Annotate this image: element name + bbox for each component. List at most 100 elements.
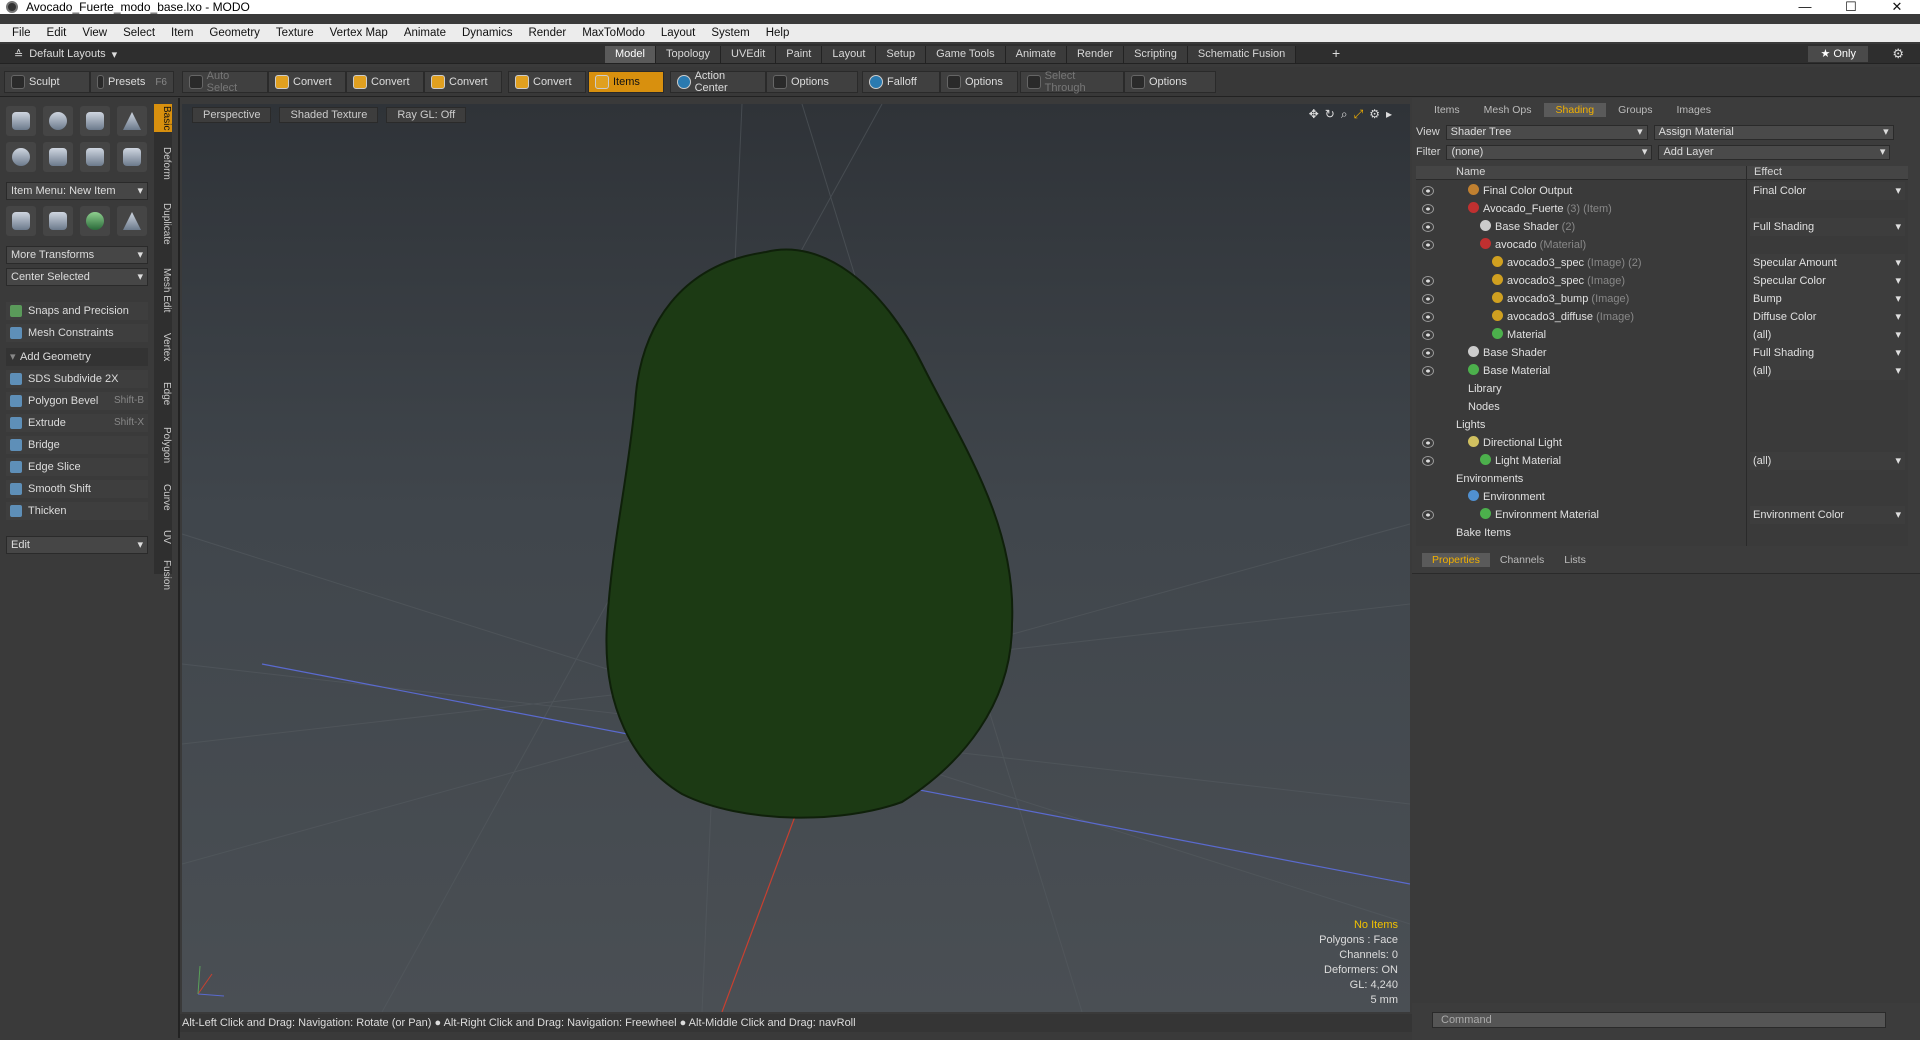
items-mode-button[interactable]: Items xyxy=(588,71,664,93)
shader-tree-row[interactable]: Base Shader (2) Full Shading xyxy=(1416,218,1908,236)
convert-edge-button[interactable]: Convert xyxy=(346,71,424,93)
layer-effect-dropdown[interactable]: Bump xyxy=(1750,290,1905,308)
tab-topology[interactable]: Topology xyxy=(655,46,722,63)
layer-effect-dropdown[interactable]: Full Shading xyxy=(1750,218,1905,236)
menu-geometry[interactable]: Geometry xyxy=(209,27,260,39)
vtab-deform[interactable]: Deform xyxy=(154,138,172,188)
vtab-curve[interactable]: Curve xyxy=(154,476,172,518)
select-through-button[interactable]: Select Through xyxy=(1020,70,1124,94)
menu-edit[interactable]: Edit xyxy=(47,27,67,39)
ray-gl-button[interactable]: Ray GL: Off xyxy=(386,107,467,123)
cylinder-icon[interactable] xyxy=(80,106,110,136)
falloff-options-button[interactable]: Options xyxy=(940,71,1018,93)
viewport-settings-icon[interactable]: ⚙ xyxy=(1369,107,1380,122)
visibility-eye-icon[interactable] xyxy=(1422,222,1434,232)
shader-tree-row[interactable]: Base Shader Full Shading xyxy=(1416,344,1908,362)
locator-icon[interactable] xyxy=(6,206,36,236)
tab-images[interactable]: Images xyxy=(1665,103,1723,117)
shader-tree-row[interactable]: avocado3_spec (Image) Specular Color xyxy=(1416,272,1908,290)
tab-uvedit[interactable]: UVEdit xyxy=(721,46,777,63)
edit-dropdown[interactable]: Edit xyxy=(6,536,148,554)
shader-tree-row[interactable]: avocado3_bump (Image) Bump xyxy=(1416,290,1908,308)
maximize-viewport-icon[interactable]: ⤢ xyxy=(1354,107,1364,122)
layer-effect-dropdown[interactable]: Diffuse Color xyxy=(1750,308,1905,326)
visibility-eye-icon[interactable] xyxy=(1422,276,1434,286)
filter-dropdown[interactable]: (none) xyxy=(1446,144,1653,160)
tab-schematic-fusion[interactable]: Schematic Fusion xyxy=(1187,46,1297,63)
maximize-button[interactable]: ☐ xyxy=(1828,0,1874,14)
vtab-duplicate[interactable]: Duplicate xyxy=(154,194,172,254)
shader-tree[interactable]: Name Effect Final Color Output Final Colo… xyxy=(1416,166,1908,546)
visibility-eye-icon[interactable] xyxy=(1422,366,1434,376)
shader-tree-row[interactable]: Final Color Output Final Color xyxy=(1416,182,1908,200)
layer-effect-dropdown[interactable]: (all) xyxy=(1750,326,1905,344)
cone-icon[interactable] xyxy=(117,106,147,136)
vtab-uv[interactable]: UV xyxy=(154,524,172,550)
perspective-view-button[interactable]: Perspective xyxy=(192,107,272,123)
visibility-eye-icon[interactable] xyxy=(1422,348,1434,358)
layer-effect-dropdown[interactable]: (all) xyxy=(1750,452,1905,470)
shader-tree-row[interactable]: Avocado_Fuerte (3) (Item) xyxy=(1416,200,1908,218)
tab-model[interactable]: Model xyxy=(605,46,656,63)
center-selected-dropdown[interactable]: Center Selected xyxy=(6,268,148,286)
tab-groups[interactable]: Groups xyxy=(1606,103,1664,117)
default-layouts-dropdown[interactable]: ≙ Default Layouts ▾ xyxy=(14,46,117,62)
auto-select-button[interactable]: Auto Select xyxy=(182,70,268,94)
tube-icon[interactable] xyxy=(43,142,73,172)
layer-effect-dropdown[interactable]: Environment Color xyxy=(1750,506,1905,524)
menu-item[interactable]: Item xyxy=(171,27,193,39)
visibility-eye-icon[interactable] xyxy=(1422,240,1434,250)
shader-tree-row[interactable]: Material (all) xyxy=(1416,326,1908,344)
vtab-vertex[interactable]: Vertex xyxy=(154,326,172,368)
shader-tree-row[interactable]: avocado3_diffuse (Image) Diffuse Color xyxy=(1416,308,1908,326)
visibility-eye-icon[interactable] xyxy=(1422,510,1434,520)
sphere-icon[interactable] xyxy=(43,106,73,136)
layer-effect-dropdown[interactable]: Full Shading xyxy=(1750,344,1905,362)
tool-extrude-button[interactable]: Extrude Shift-X xyxy=(6,414,148,432)
shader-tree-row[interactable]: Environment Material Environment Color xyxy=(1416,506,1908,524)
presets-button[interactable]: Presets F6 xyxy=(90,71,174,93)
tab-properties[interactable]: Properties xyxy=(1422,553,1490,567)
menu-file[interactable]: File xyxy=(12,27,31,39)
add-geometry-header[interactable]: ▾ Add Geometry xyxy=(6,348,148,366)
expand-arrow-icon[interactable]: ▸ xyxy=(1386,107,1392,122)
tab-render[interactable]: Render xyxy=(1066,46,1125,63)
tab-animate[interactable]: Animate xyxy=(1005,46,1067,63)
assign-material-button[interactable]: Assign Material xyxy=(1653,124,1894,140)
shader-tree-row[interactable]: Environment xyxy=(1416,488,1908,506)
vtab-fusion[interactable]: Fusion xyxy=(154,556,172,594)
column-effect[interactable]: Effect xyxy=(1754,166,1782,178)
tab-layout[interactable]: Layout xyxy=(822,46,877,63)
vtab-edge[interactable]: Edge xyxy=(154,374,172,414)
tool-smooth-shift-button[interactable]: Smooth Shift xyxy=(6,480,148,498)
close-button[interactable]: ✕ xyxy=(1874,0,1920,14)
globe-icon[interactable] xyxy=(80,206,110,236)
tool-bridge-button[interactable]: Bridge xyxy=(6,436,148,454)
convert-polygon-button[interactable]: Convert xyxy=(424,71,502,93)
snaps-precision-button[interactable]: Snaps and Precision xyxy=(6,302,148,320)
text-icon[interactable] xyxy=(117,142,147,172)
tab-setup[interactable]: Setup xyxy=(876,46,927,63)
vtab-mesh-edit[interactable]: Mesh Edit xyxy=(154,260,172,320)
tool-edge-slice-button[interactable]: Edge Slice xyxy=(6,458,148,476)
menu-help[interactable]: Help xyxy=(766,27,790,39)
visibility-eye-icon[interactable] xyxy=(1422,438,1434,448)
layer-effect-dropdown[interactable]: Final Color xyxy=(1750,182,1905,200)
tab-scripting[interactable]: Scripting xyxy=(1124,46,1188,63)
visibility-eye-icon[interactable] xyxy=(1422,294,1434,304)
pan-icon[interactable]: ✥ xyxy=(1309,107,1319,122)
shaded-texture-button[interactable]: Shaded Texture xyxy=(279,107,379,123)
cube-icon[interactable] xyxy=(6,106,36,136)
menu-vertex-map[interactable]: Vertex Map xyxy=(330,27,388,39)
tab-shading[interactable]: Shading xyxy=(1543,103,1607,117)
visibility-eye-icon[interactable] xyxy=(1422,312,1434,322)
menu-select[interactable]: Select xyxy=(123,27,155,39)
pen-icon[interactable] xyxy=(80,142,110,172)
menu-layout[interactable]: Layout xyxy=(661,27,696,39)
falloff-button[interactable]: Falloff xyxy=(862,71,940,93)
shader-tree-row[interactable]: Environments xyxy=(1416,470,1908,488)
shader-tree-row[interactable]: Lights xyxy=(1416,416,1908,434)
column-name[interactable]: Name xyxy=(1456,166,1485,178)
rotate-icon[interactable]: ↻ xyxy=(1325,107,1335,122)
add-tab-button[interactable]: + xyxy=(1332,45,1340,61)
